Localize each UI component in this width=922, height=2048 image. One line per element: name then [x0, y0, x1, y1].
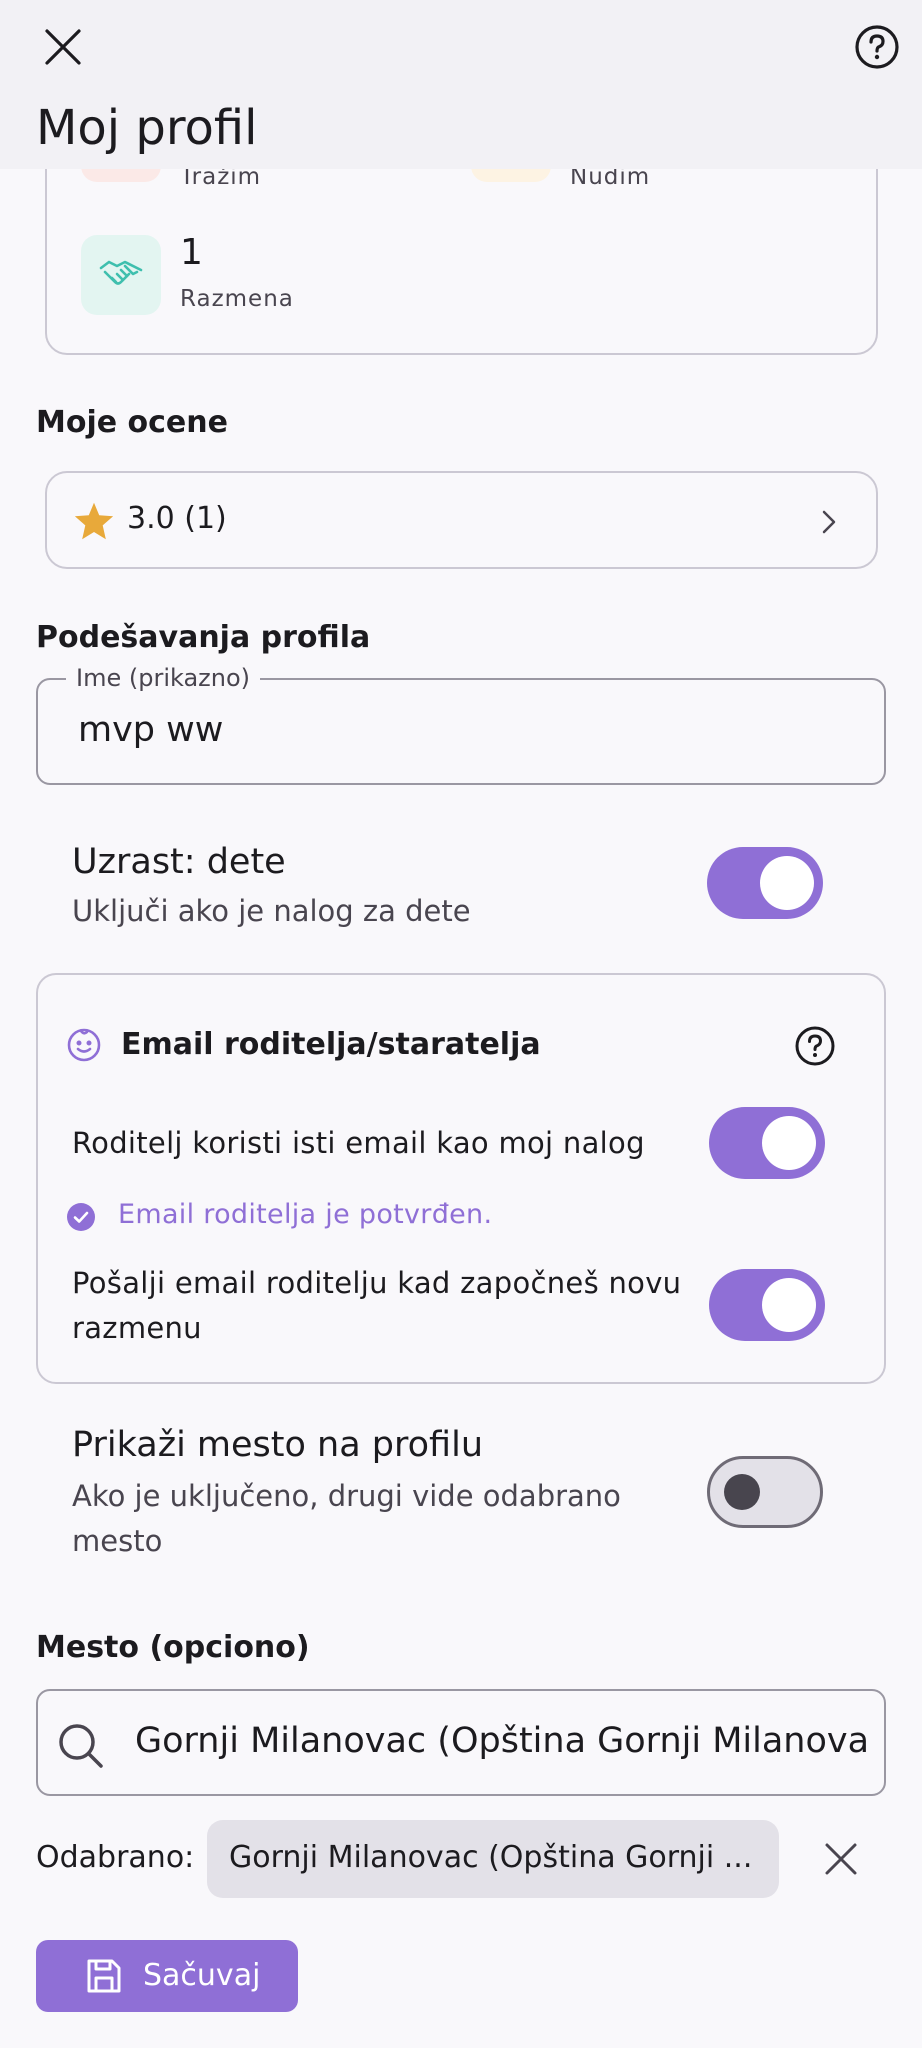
- location-search-field[interactable]: Gornji Milanovac (Opština Gornji Milanov…: [36, 1689, 886, 1796]
- same-email-label: Roditelj koristi isti email kao moj nalo…: [72, 1126, 645, 1160]
- show-location-sub-line1: Ako je uključeno, drugi vide odabrano: [72, 1479, 621, 1513]
- name-field-label: Ime (prikazno): [66, 664, 261, 692]
- handshake-icon: [99, 260, 143, 285]
- parent-email-title: Email roditelja/staratelja: [121, 1027, 541, 1062]
- clear-location-icon[interactable]: [824, 1842, 858, 1876]
- parent-email-card: Email roditelja/staratelja Roditelj kori…: [36, 973, 886, 1384]
- close-icon[interactable]: [44, 28, 82, 66]
- ratings-row[interactable]: 3.0 (1): [45, 471, 878, 569]
- notify-parent-label-line1: Pošalji email roditelju kad započneš nov…: [72, 1266, 682, 1300]
- age-toggle[interactable]: [707, 847, 823, 919]
- razmena-count: 1: [180, 232, 203, 273]
- selected-location-label: Odabrano:: [36, 1840, 195, 1875]
- name-field[interactable]: Ime (prikazno) mvp ww: [36, 664, 886, 785]
- help-circle-icon[interactable]: [794, 1025, 836, 1067]
- show-location-sub-line2: mesto: [72, 1524, 163, 1558]
- razmena-label: Razmena: [180, 286, 294, 312]
- page-title: Moj profil: [36, 100, 258, 156]
- star-icon: [74, 502, 114, 540]
- location-search-value: Gornji Milanovac (Opština Gornji Milanov…: [135, 1721, 870, 1761]
- selected-location-chip: Gornji Milanovac (Opština Gornji ...: [207, 1820, 779, 1898]
- profile-settings-title: Podešavanja profila: [36, 620, 371, 655]
- razmena-icon-tile: [81, 235, 161, 315]
- save-button[interactable]: Sačuvaj: [36, 1940, 298, 2012]
- search-icon: [59, 1724, 103, 1768]
- notify-parent-toggle[interactable]: [709, 1269, 825, 1341]
- toggle-knob: [724, 1474, 760, 1510]
- parent-email-verified: Email roditelja je potvrđen.: [118, 1199, 493, 1230]
- age-setting-subtitle: Uključi ako je nalog za dete: [72, 894, 471, 928]
- toggle-knob: [762, 1116, 816, 1170]
- baby-face-icon: [67, 1028, 101, 1062]
- floppy-disk-icon: [87, 1959, 121, 1993]
- chevron-right-icon: [822, 510, 836, 534]
- help-circle-icon[interactable]: [854, 24, 900, 70]
- location-section-title: Mesto (opciono): [36, 1630, 310, 1665]
- age-setting-title: Uzrast: dete: [72, 842, 286, 882]
- name-field-value: mvp ww: [78, 710, 224, 750]
- ratings-section-title: Moje ocene: [36, 405, 228, 440]
- toggle-knob: [760, 856, 814, 910]
- notify-parent-label-line2: razmenu: [72, 1311, 202, 1345]
- show-location-toggle[interactable]: [707, 1456, 823, 1528]
- show-location-title: Prikaži mesto na profilu: [72, 1425, 484, 1465]
- check-circle-icon: [67, 1203, 95, 1231]
- toggle-knob: [762, 1278, 816, 1332]
- selected-location-value: Gornji Milanovac (Opština Gornji ...: [229, 1840, 753, 1875]
- same-email-toggle[interactable]: [709, 1107, 825, 1179]
- save-button-label: Sačuvaj: [143, 1958, 261, 1993]
- rating-value: 3.0 (1): [127, 501, 227, 536]
- app-header: Moj profil: [0, 0, 922, 169]
